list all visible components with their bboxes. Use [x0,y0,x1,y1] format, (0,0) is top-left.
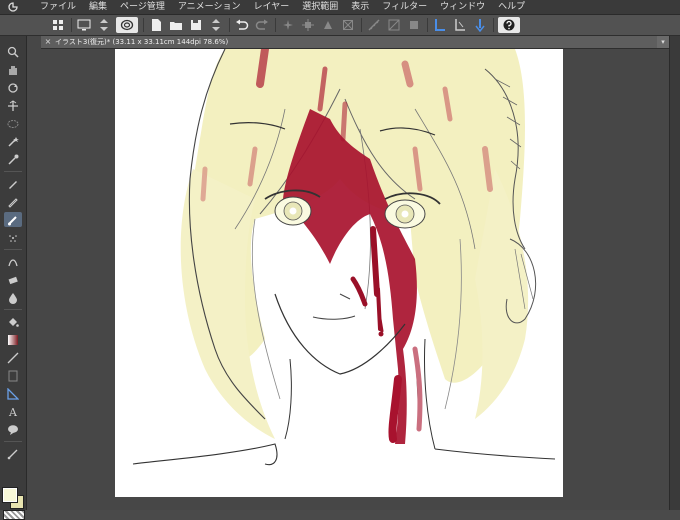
monitor-icon[interactable] [76,17,92,33]
blend-icon[interactable] [4,290,22,305]
correct-line-icon[interactable] [4,446,22,461]
transform-icon[interactable] [300,17,316,33]
separator [71,18,72,32]
snap-ruler-icon[interactable] [432,17,448,33]
jawline [274,293,406,375]
rotate-icon[interactable] [4,80,22,95]
decoration-icon[interactable] [4,254,22,269]
clip-studio-logo-icon[interactable] [6,0,20,14]
new-file-icon[interactable] [148,17,164,33]
menu-page-management[interactable]: ページ管理 [120,0,165,14]
clip-studio-swirl-icon[interactable] [116,17,138,33]
menu-edit[interactable]: 編集 [89,0,107,14]
airbrush-icon[interactable] [4,230,22,245]
grid-icon[interactable] [50,17,66,33]
sparkle-icon[interactable] [280,17,296,33]
undo-icon[interactable] [234,17,250,33]
ruler-icon[interactable] [366,17,382,33]
stepper-icon[interactable] [208,17,224,33]
command-bar [0,15,680,36]
balloon-icon[interactable] [4,422,22,437]
pen-icon[interactable] [4,176,22,191]
pencil-icon[interactable] [4,194,22,209]
separator [4,249,22,250]
menu-selection[interactable]: 選択範囲 [302,0,338,14]
vertical-scrollbar[interactable] [669,36,680,510]
text-icon[interactable]: A [4,404,22,419]
menu-view[interactable]: 表示 [351,0,369,14]
canvas-paper[interactable] [115,49,563,497]
brush-icon[interactable] [4,212,22,227]
svg-text:A: A [8,406,18,418]
stepper-icon[interactable] [96,17,112,33]
open-folder-icon[interactable] [168,17,184,33]
frame-border-icon[interactable] [4,368,22,383]
separator [143,18,144,32]
gradient-icon[interactable] [4,332,22,347]
separator [427,18,428,32]
figure-line-icon[interactable] [4,350,22,365]
tab-menu-icon[interactable]: ▾ [657,36,669,48]
main-color-swatch[interactable] [2,487,18,503]
layer-icon[interactable] [386,17,402,33]
document-tab[interactable]: × イラスト3(復元)* (33.11 x 33.11cm 144dpi 78.… [41,36,669,49]
clear-icon[interactable] [320,17,336,33]
snap-grid-icon[interactable] [472,17,488,33]
menu-file[interactable]: ファイル [40,0,76,14]
help-icon[interactable] [498,17,520,33]
fill-bucket-icon[interactable] [4,314,22,329]
ruler-tool-icon[interactable] [4,386,22,401]
separator [4,309,22,310]
close-tab-icon[interactable]: × [43,36,53,48]
separator [361,18,362,32]
redo-icon[interactable] [254,17,270,33]
zoom-icon[interactable] [4,44,22,59]
hand-icon[interactable] [4,62,22,77]
move-layer-icon[interactable] [4,98,22,113]
fill-icon[interactable] [340,17,356,33]
menu-filter[interactable]: フィルター [382,0,427,14]
eyedropper-icon[interactable] [4,152,22,167]
tool-palette: A [0,36,27,520]
wand-icon[interactable] [4,134,22,149]
menu-animation[interactable]: アニメーション [178,0,241,14]
separator [493,18,494,32]
menu-window[interactable]: ウィンドウ [440,0,485,14]
snap-special-ruler-icon[interactable] [452,17,468,33]
palette-gap [27,36,41,510]
menu-help[interactable]: ヘルプ [498,0,525,14]
document-title: イラスト3(復元)* (33.11 x 33.11cm 144dpi 78.6%… [55,38,229,46]
save-icon[interactable] [188,17,204,33]
menu-bar: ファイル 編集 ページ管理 アニメーション レイヤー 選択範囲 表示 フィルター… [0,0,680,15]
separator [275,18,276,32]
separator [229,18,230,32]
transparent-color-swatch[interactable] [3,510,25,520]
lasso-icon[interactable] [4,116,22,131]
separator [4,171,22,172]
illustration [132,49,556,466]
eraser-icon[interactable] [4,272,22,287]
mouth [312,315,356,320]
menu-layer[interactable]: レイヤー [254,0,290,14]
separator [4,441,22,442]
square-icon[interactable] [406,17,422,33]
